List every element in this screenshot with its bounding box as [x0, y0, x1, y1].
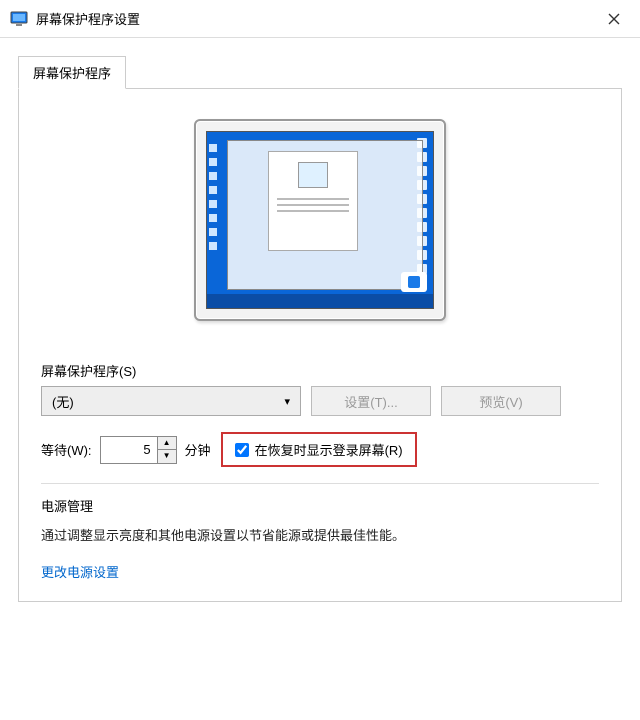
close-button[interactable]: [592, 3, 636, 35]
screensaver-select-value: (无): [52, 392, 74, 411]
preview-monitor: [41, 119, 599, 321]
tabstrip: 屏幕保护程序: [0, 38, 640, 89]
power-settings-link[interactable]: 更改电源设置: [41, 562, 599, 581]
power-title: 电源管理: [41, 496, 599, 515]
wait-down-button[interactable]: ▼: [158, 450, 176, 463]
resume-label: 在恢复时显示登录屏幕(R): [255, 440, 403, 459]
wait-label: 等待(W):: [41, 440, 92, 459]
screensaver-select[interactable]: (无) ▾: [41, 386, 301, 416]
divider: [41, 483, 599, 484]
tab-content: 屏幕保护程序(S) (无) ▾ 设置(T)... 预览(V) 等待(W): ▲ …: [18, 88, 622, 602]
settings-button[interactable]: 设置(T)...: [311, 386, 431, 416]
chevron-down-icon: ▾: [284, 395, 290, 408]
resume-highlight: 在恢复时显示登录屏幕(R): [221, 432, 417, 467]
wait-up-button[interactable]: ▲: [158, 437, 176, 450]
wait-stepper[interactable]: ▲ ▼: [100, 436, 177, 464]
app-icon: [10, 10, 28, 28]
tab-screensaver[interactable]: 屏幕保护程序: [18, 56, 126, 89]
power-description: 通过调整显示亮度和其他电源设置以节省能源或提供最佳性能。: [41, 525, 599, 544]
resume-checkbox[interactable]: [235, 443, 249, 457]
titlebar: 屏幕保护程序设置: [0, 0, 640, 38]
preview-button[interactable]: 预览(V): [441, 386, 561, 416]
window-title: 屏幕保护程序设置: [36, 9, 592, 28]
screensaver-group-label: 屏幕保护程序(S): [41, 361, 599, 380]
wait-input[interactable]: [101, 442, 157, 457]
minutes-label: 分钟: [185, 440, 211, 459]
